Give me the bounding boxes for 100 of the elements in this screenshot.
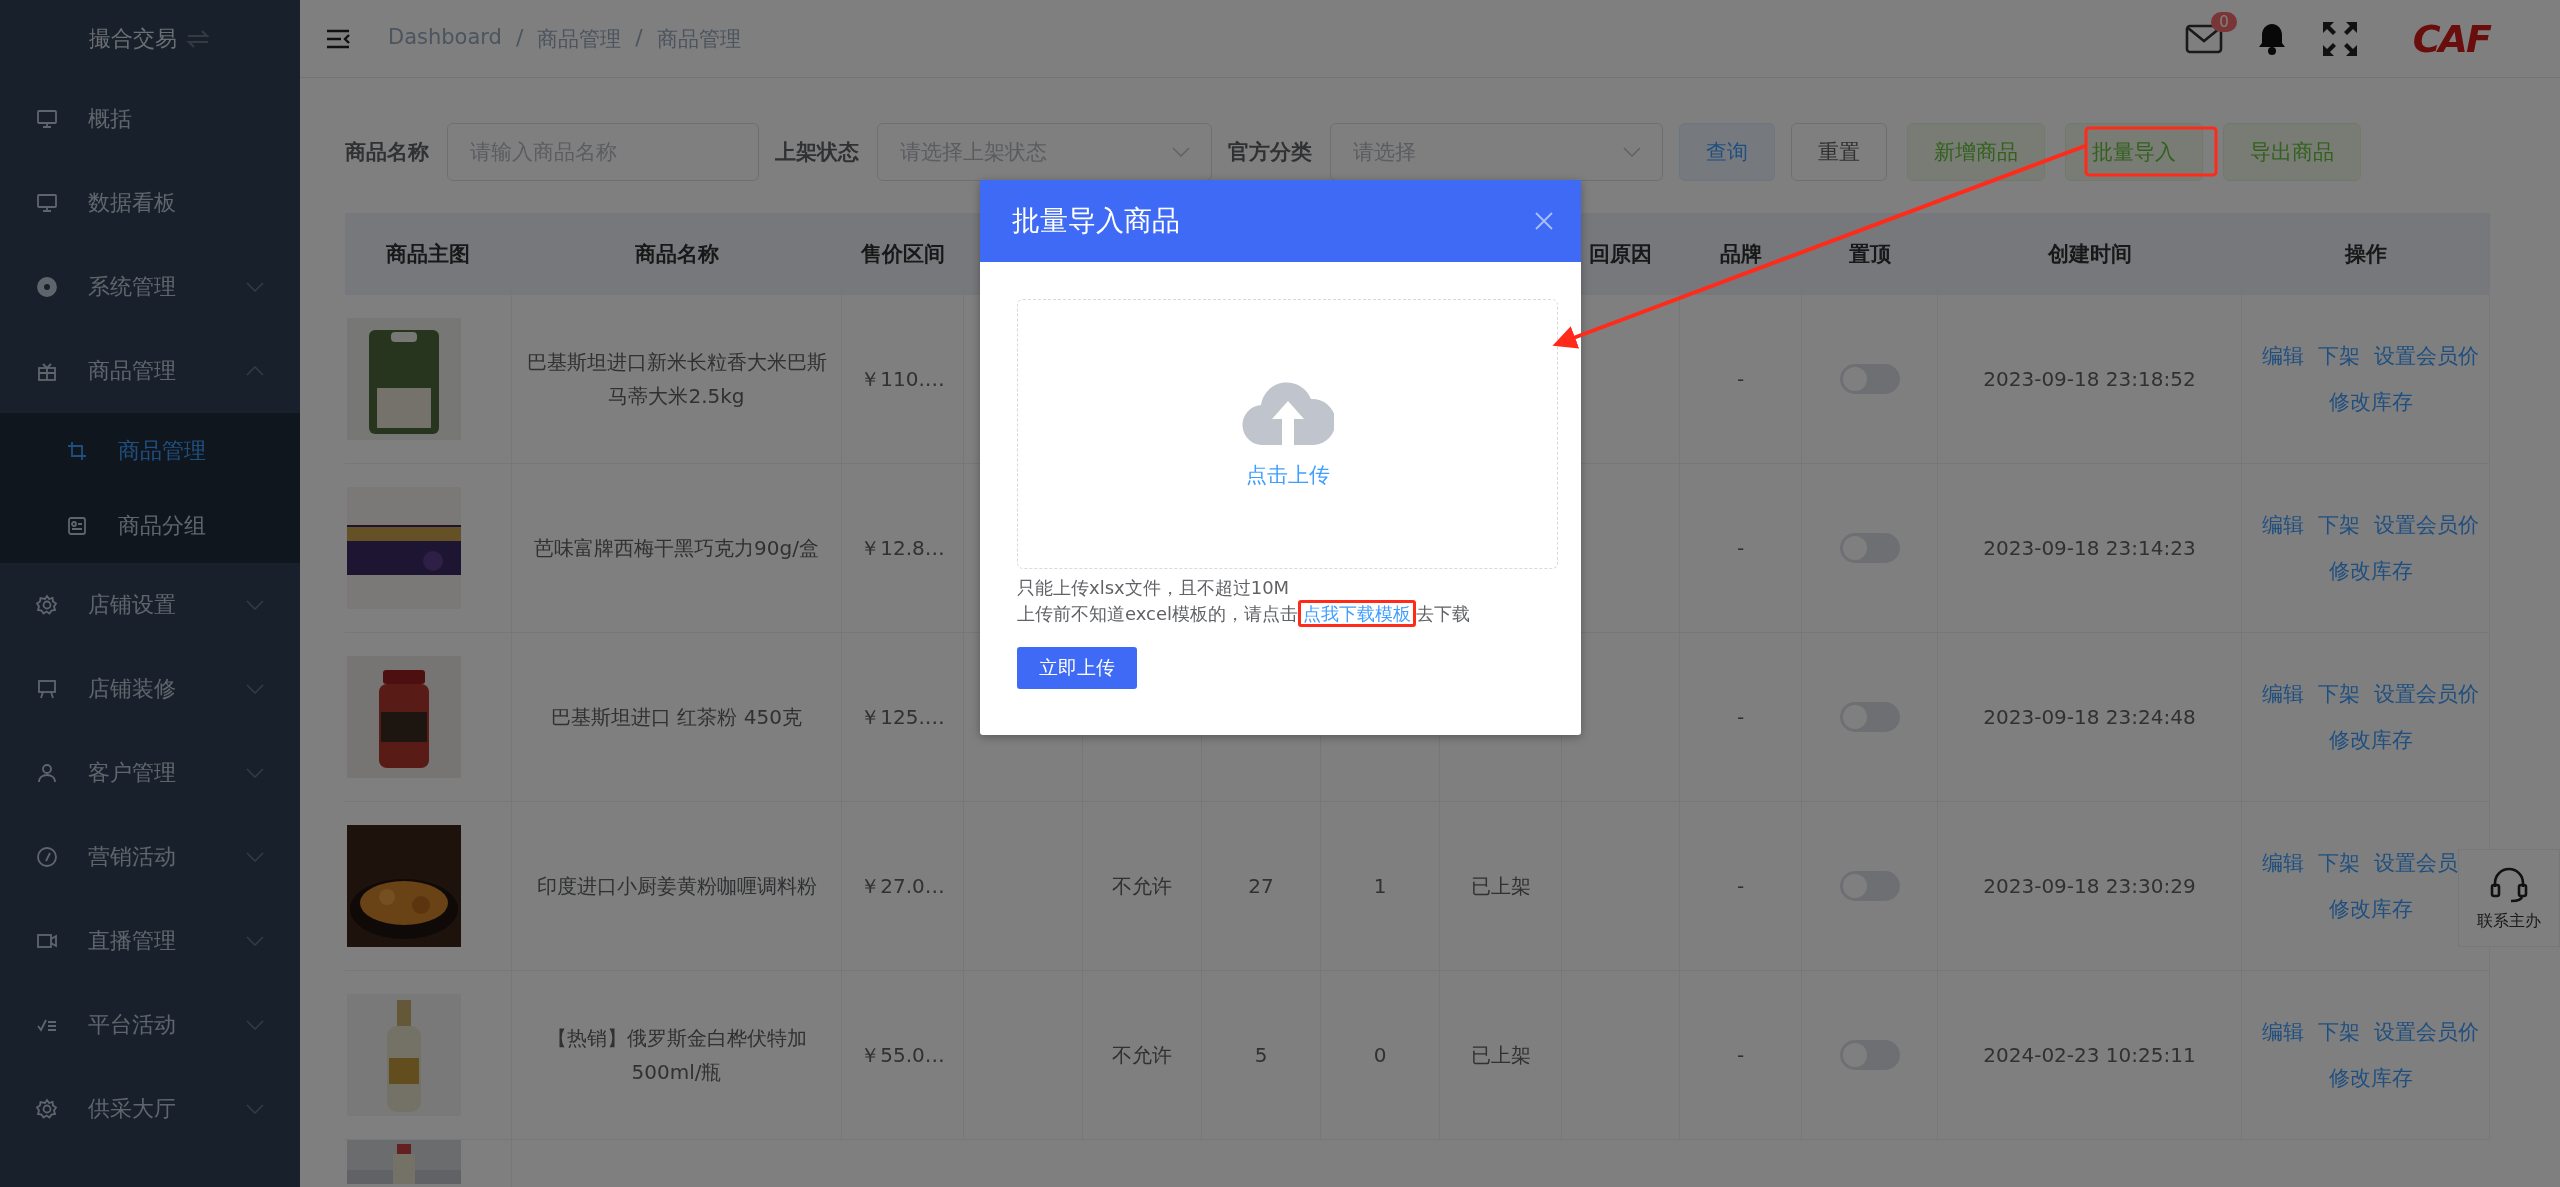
table-cell: 5 — [1254, 1043, 1268, 1067]
table-cell: 2023-09-18 23:24:48 — [1983, 705, 2196, 729]
person-icon — [36, 762, 58, 784]
action-link[interactable]: 编辑 — [2262, 342, 2304, 370]
toolbar-button[interactable]: 导出商品 — [2223, 123, 2361, 181]
sidebar-subitem[interactable]: 商品分组 — [0, 488, 300, 563]
table-cell: 2023-09-18 23:14:23 — [1983, 536, 2196, 560]
table-cell: ￥110.… — [860, 365, 945, 393]
sidebar-item[interactable]: 商品管理 — [0, 329, 300, 413]
swap-icon[interactable] — [185, 27, 211, 50]
column-header: 回原因 — [1589, 241, 1652, 268]
product-name: 【热销】俄罗斯金白桦伏特加 500ml/瓶 — [545, 1025, 808, 1086]
table-cell: 2023-09-18 23:18:52 — [1983, 367, 2196, 391]
column-header: 品牌 — [1719, 241, 1762, 268]
gear-icon — [36, 1098, 58, 1120]
monitor-icon — [36, 108, 58, 130]
action-link[interactable]: 编辑 — [2262, 511, 2304, 539]
table-cell: 不允许 — [1112, 1041, 1172, 1069]
table-cell: 1 — [1373, 874, 1387, 898]
upload-label: 点击上传 — [1245, 462, 1330, 489]
column-header: 售价区间 — [860, 241, 945, 268]
breadcrumb-separator: / — [635, 24, 643, 52]
table-cell: 2023-09-18 23:30:29 — [1983, 874, 2196, 898]
action-link[interactable]: 下架 — [2318, 342, 2360, 370]
chevron-icon — [246, 768, 264, 778]
table-cell: ￥125.… — [860, 703, 945, 731]
upload-area[interactable]: 点击上传 — [1017, 299, 1558, 569]
filter-label: 官方分类 — [1228, 139, 1312, 166]
sidebar-item[interactable]: 店铺设置 — [0, 563, 300, 647]
action-link[interactable]: 下架 — [2318, 1018, 2360, 1046]
table-cell: 已上架 — [1470, 872, 1531, 900]
monitor-icon — [36, 192, 58, 214]
toolbar-button[interactable]: 新增商品 — [1907, 123, 2045, 181]
app-title: 撮合交易 — [89, 24, 177, 53]
column-header: 创建时间 — [2047, 241, 2132, 268]
table-cell: ￥55.0… — [860, 1041, 945, 1069]
compass-icon — [36, 846, 58, 868]
chevron-icon — [246, 852, 264, 862]
action-link[interactable]: 修改库存 — [2328, 388, 2413, 416]
filter-label: 上架状态 — [775, 139, 859, 166]
bell-icon[interactable] — [2256, 21, 2287, 56]
action-link[interactable]: 修改库存 — [2328, 1064, 2413, 1092]
frame-icon — [66, 514, 88, 537]
chevron-icon — [246, 366, 264, 376]
close-icon[interactable] — [1535, 212, 1553, 230]
upload-button[interactable]: 立即上传 — [1017, 647, 1137, 689]
action-link[interactable]: 下架 — [2318, 511, 2360, 539]
action-link[interactable]: 修改库存 — [2328, 557, 2413, 585]
action-link[interactable]: 编辑 — [2262, 849, 2304, 877]
table-cell: - — [1736, 1043, 1745, 1067]
upload-tip: 只能上传xlsx文件，且不超过10M — [1017, 576, 1291, 600]
sidebar-item[interactable]: 客户管理 — [0, 731, 300, 815]
column-header: 商品主图 — [386, 241, 470, 268]
product-name: 巴基斯坦进口 红茶粉 450克 — [551, 704, 802, 731]
sidebar-subitem[interactable]: 商品管理 — [0, 413, 300, 488]
action-link[interactable]: 设置会员价 — [2374, 680, 2479, 708]
column-header: 操作 — [2344, 241, 2387, 268]
notification-badge: 0 — [2211, 11, 2237, 32]
column-header: 商品名称 — [634, 241, 719, 268]
fullscreen-icon[interactable] — [2320, 19, 2359, 58]
action-link[interactable]: 设置会员价 — [2374, 342, 2479, 370]
table-cell: 不允许 — [1112, 872, 1172, 900]
table-cell: - — [1736, 705, 1745, 729]
action-link[interactable]: 设置会员价 — [2374, 511, 2479, 539]
table-cell: ￥12.8… — [860, 534, 945, 562]
gift-icon — [36, 360, 58, 382]
chevron-icon — [246, 1020, 264, 1030]
easel-icon — [36, 678, 58, 700]
crop-icon — [66, 439, 88, 462]
action-link[interactable]: 修改库存 — [2328, 726, 2413, 754]
sidebar-item[interactable]: 营销活动 — [0, 815, 300, 899]
toolbar-button[interactable]: 查询 — [1679, 123, 1775, 181]
menu-icon[interactable] — [326, 27, 352, 50]
sidebar-item[interactable]: 店铺装修 — [0, 647, 300, 731]
action-link[interactable]: 编辑 — [2262, 1018, 2304, 1046]
table-cell: - — [1736, 874, 1745, 898]
chevron-icon — [246, 936, 264, 946]
action-link[interactable]: 编辑 — [2262, 680, 2304, 708]
sidebar-item[interactable]: 概括 — [0, 77, 300, 161]
sidebar-item[interactable]: 数据看板 — [0, 161, 300, 245]
action-link[interactable]: 修改库存 — [2328, 895, 2413, 923]
table-cell: 2024-02-23 10:25:11 — [1983, 1043, 2196, 1067]
chevron-icon — [246, 282, 264, 292]
action-link[interactable]: 设置会员价 — [2374, 1018, 2479, 1046]
action-link[interactable]: 下架 — [2318, 680, 2360, 708]
sidebar-item[interactable]: 平台活动 — [0, 983, 300, 1067]
contact-widget[interactable]: 联系主办 — [2458, 849, 2560, 947]
sidebar-item[interactable]: 直播管理 — [0, 899, 300, 983]
action-link[interactable]: 设置会员 — [2374, 849, 2458, 877]
sidebar-item[interactable]: 系统管理 — [0, 245, 300, 329]
product-name: 巴基斯坦进口新米长粒香大米巴斯马蒂大米2.5kg — [525, 349, 828, 410]
product-name: 芭味富牌西梅干黑巧克力90g/盒 — [534, 535, 819, 562]
sidebar-item[interactable]: 供采大厅 — [0, 1067, 300, 1151]
hint-text: 上传前不知道excel模板的，请点击 — [1017, 603, 1299, 624]
toolbar-button[interactable]: 重置 — [1791, 123, 1887, 181]
logo-text: CAF — [2412, 16, 2490, 61]
action-link[interactable]: 下架 — [2318, 849, 2360, 877]
filter-label: 商品名称 — [345, 139, 429, 166]
download-template-link[interactable]: 点我下载模板 — [1298, 600, 1417, 627]
product-name: 印度进口小厨姜黄粉咖喱调料粉 — [536, 873, 817, 900]
